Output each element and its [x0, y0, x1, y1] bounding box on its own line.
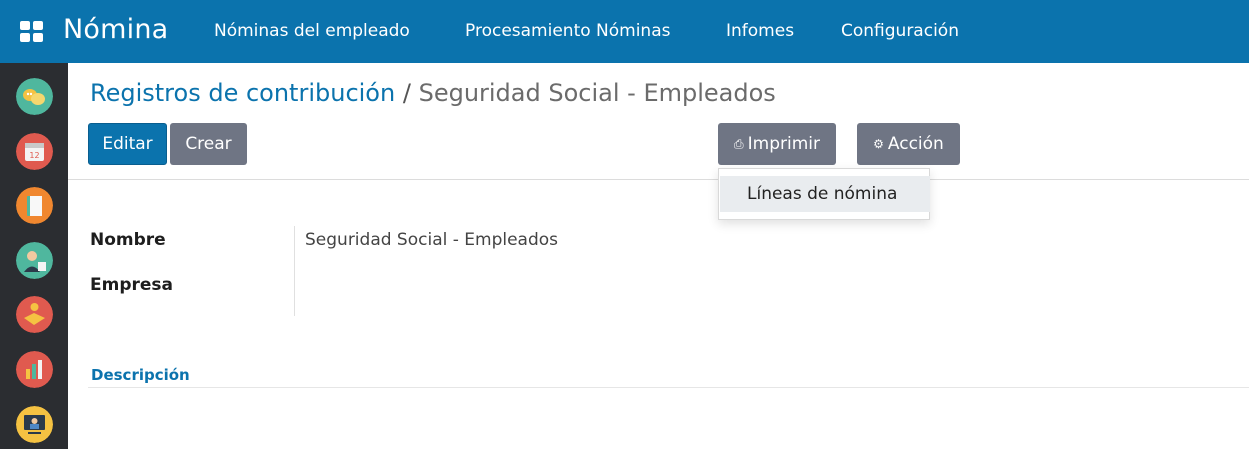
- notes-app-icon[interactable]: [16, 187, 53, 224]
- breadcrumb-current: Seguridad Social - Empleados: [418, 79, 776, 107]
- menu-item-nominas-empleado[interactable]: Nóminas del empleado: [214, 21, 410, 41]
- menu-item-procesamiento-nominas[interactable]: Procesamiento Nóminas: [465, 21, 671, 41]
- print-button-label: Imprimir: [747, 134, 820, 154]
- employees-app-icon[interactable]: [16, 242, 53, 279]
- create-button[interactable]: Crear: [170, 123, 247, 165]
- app-sidebar: 12: [0, 63, 68, 449]
- gear-icon: ⚙: [873, 137, 884, 151]
- menu-item-configuracion[interactable]: Configuración: [841, 21, 959, 41]
- reports-app-icon[interactable]: [16, 351, 53, 388]
- handshake-app-icon[interactable]: [16, 296, 53, 333]
- name-field-value: Seguridad Social - Empleados: [305, 230, 559, 250]
- menu-item-informes[interactable]: Infomes: [726, 21, 794, 41]
- printer-icon: ⎙: [734, 136, 744, 151]
- top-navbar: Nómina Nóminas del empleado Procesamient…: [0, 0, 1249, 63]
- tab-underline: [88, 387, 1249, 388]
- company-field-label: Empresa: [90, 275, 173, 295]
- elearning-app-icon[interactable]: [16, 406, 53, 443]
- tab-description[interactable]: Descripción: [91, 366, 190, 384]
- field-separator: [294, 226, 295, 316]
- print-button[interactable]: ⎙ Imprimir: [718, 123, 836, 165]
- action-button[interactable]: ⚙ Acción: [857, 123, 960, 165]
- breadcrumb-separator: /: [402, 79, 411, 107]
- breadcrumb: Registros de contribución / Seguridad So…: [90, 79, 776, 107]
- grid-icon[interactable]: [20, 21, 44, 43]
- dropdown-item-lineas-nomina[interactable]: Líneas de nómina: [720, 176, 930, 212]
- edit-button[interactable]: Editar: [88, 123, 167, 165]
- print-dropdown-menu: Líneas de nómina: [718, 168, 930, 220]
- app-title[interactable]: Nómina: [63, 14, 168, 45]
- svg-text:12: 12: [29, 151, 39, 160]
- form-view: Registros de contribución / Seguridad So…: [68, 63, 1249, 449]
- control-panel-divider: [68, 179, 1249, 180]
- calendar-app-icon[interactable]: 12: [16, 133, 53, 170]
- breadcrumb-parent[interactable]: Registros de contribución: [90, 79, 395, 107]
- discuss-app-icon[interactable]: [16, 78, 53, 115]
- action-button-label: Acción: [887, 134, 944, 154]
- name-field-label: Nombre: [90, 230, 166, 250]
